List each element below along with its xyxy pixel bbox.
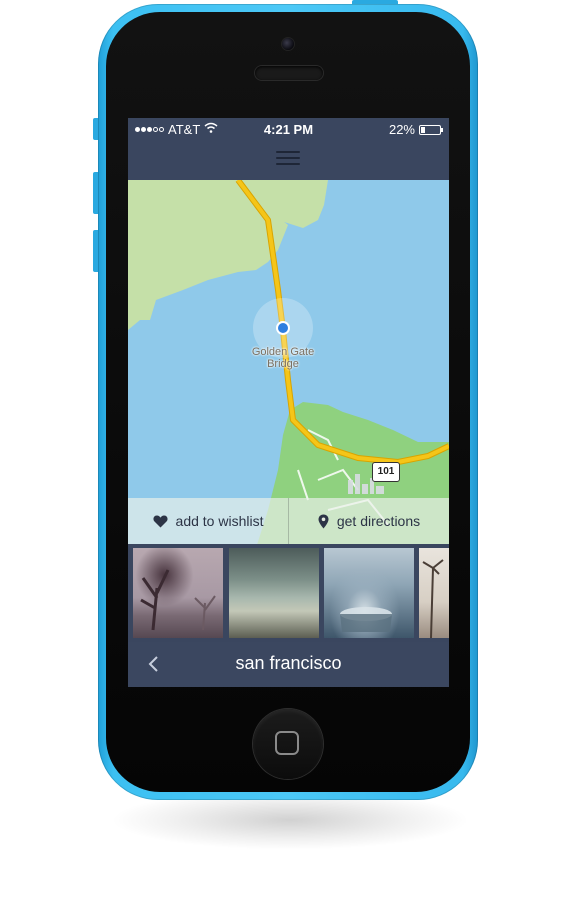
bottom-nav-bar: san francisco xyxy=(128,642,449,687)
get-directions-button[interactable]: get directions xyxy=(288,498,449,544)
battery-percent: 22% xyxy=(388,122,415,137)
battery-indicator: 22% xyxy=(388,122,443,137)
earpiece-speaker xyxy=(255,66,323,80)
app-screen: AT&T 4:21 PM 22% Golden Gate Bridge 101 … xyxy=(128,118,449,687)
home-button-square xyxy=(275,731,299,755)
battery-level-fill xyxy=(421,126,425,133)
route-shield: 101 xyxy=(372,462,400,482)
poi-label-line1: Golden Gate xyxy=(251,346,315,358)
battery-icon xyxy=(419,124,443,135)
photo-gallery[interactable] xyxy=(128,544,449,642)
hamburger-menu-icon[interactable] xyxy=(276,151,300,169)
coffee-cup-photo[interactable] xyxy=(324,548,414,638)
poi-label-line2: Bridge xyxy=(267,358,299,370)
status-bar: AT&T 4:21 PM 22% xyxy=(128,118,449,140)
front-camera xyxy=(282,38,294,50)
poi-label[interactable]: Golden Gate Bridge xyxy=(228,346,338,370)
heart-icon xyxy=(153,515,168,527)
city-title: san francisco xyxy=(235,653,342,673)
directions-label: get directions xyxy=(336,513,421,529)
cloudy-sky-photo[interactable] xyxy=(229,548,319,638)
palm-trees-photo[interactable] xyxy=(419,548,449,639)
foggy-trees-photo[interactable] xyxy=(133,548,223,638)
action-bar: add to wishlist get directions xyxy=(128,498,449,544)
current-location-dot[interactable] xyxy=(278,323,288,333)
home-button[interactable] xyxy=(253,709,323,779)
top-nav-bar xyxy=(128,140,449,180)
wishlist-label: add to wishlist xyxy=(175,513,264,529)
add-to-wishlist-button[interactable]: add to wishlist xyxy=(128,498,288,544)
map-view[interactable]: Golden Gate Bridge 101 xyxy=(128,180,449,548)
location-pin-icon xyxy=(318,514,329,528)
